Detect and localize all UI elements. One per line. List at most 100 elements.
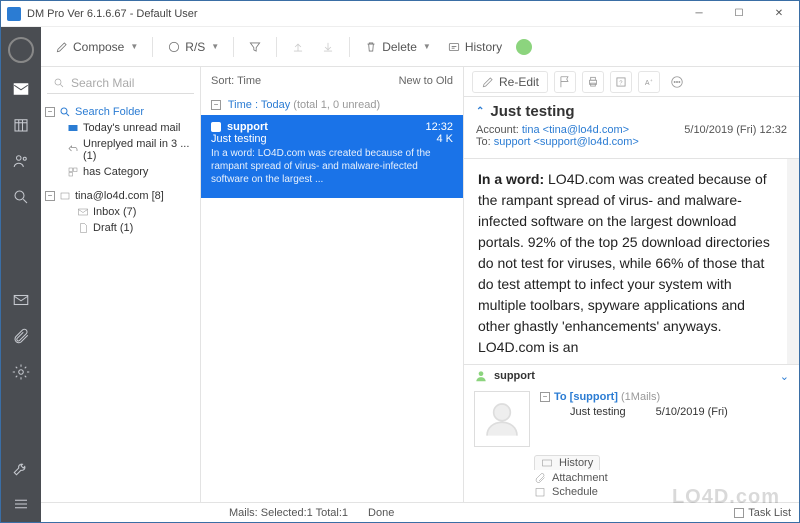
collapse-icon[interactable]: −: [211, 100, 221, 110]
collapse-icon[interactable]: −: [540, 392, 550, 402]
filter-button[interactable]: [242, 36, 268, 58]
more-icon[interactable]: [666, 71, 688, 93]
collapse-icon[interactable]: −: [45, 191, 55, 201]
message-preview: In a word: LO4D.com was created because …: [211, 147, 453, 186]
folder-draft[interactable]: Draft (1): [45, 220, 196, 236]
unreplied-label: Unreplyed mail in 3 ... (1): [83, 138, 196, 162]
menu-nav-icon[interactable]: [1, 486, 41, 522]
collapse-chevron-icon[interactable]: ⌃: [476, 106, 484, 117]
inbox-icon: [77, 206, 89, 218]
folder-has-category[interactable]: has Category: [45, 164, 196, 180]
chevron-down-icon: ▼: [211, 42, 219, 51]
tab-history[interactable]: History: [534, 455, 600, 470]
contacts-nav-icon[interactable]: [1, 143, 41, 179]
svg-text:?: ?: [619, 80, 623, 86]
font-icon[interactable]: A+: [638, 71, 660, 93]
todays-unread-label: Today's unread mail: [83, 122, 181, 134]
account-icon: [59, 190, 71, 202]
draft-icon: [77, 222, 89, 234]
to-support-label[interactable]: To [support]: [554, 391, 618, 403]
message-subject: Just testing: [211, 133, 267, 145]
folder-unreplied[interactable]: Unreplyed mail in 3 ... (1): [45, 136, 196, 164]
search-input[interactable]: Search Mail: [47, 73, 194, 94]
expand-chevron-icon[interactable]: ⌄: [780, 370, 789, 383]
history-label: History: [465, 40, 502, 54]
tasklist-toggle[interactable]: Task List: [734, 507, 791, 519]
window-controls: ─ ☐ ✕: [679, 1, 799, 27]
reply-icon: [67, 144, 79, 156]
maximize-button[interactable]: ☐: [719, 1, 759, 27]
contact-icon: [474, 369, 488, 383]
order-label[interactable]: New to Old: [399, 75, 453, 87]
preview-subject: Just testing: [490, 103, 574, 120]
to-value[interactable]: support <support@lo4d.com>: [494, 136, 639, 148]
minimize-button[interactable]: ─: [679, 1, 719, 27]
has-category-label: has Category: [83, 166, 148, 178]
draft-label: Draft (1): [93, 222, 133, 234]
settings-nav-icon[interactable]: [1, 354, 41, 390]
svg-text:A: A: [645, 79, 650, 86]
main-toolbar: Compose ▼ R/S ▼ Delete ▼ History: [41, 27, 799, 67]
history-button[interactable]: History: [441, 36, 508, 58]
flag-icon[interactable]: [554, 71, 576, 93]
compose-label: Compose: [73, 40, 124, 54]
compose-button[interactable]: Compose ▼: [49, 36, 144, 58]
message-from: support: [227, 121, 268, 133]
sort-label[interactable]: Sort: Time: [211, 75, 261, 87]
collapse-icon[interactable]: −: [45, 107, 55, 117]
help-icon[interactable]: ?: [610, 71, 632, 93]
checkbox-icon: [734, 508, 744, 518]
tab-schedule-label: Schedule: [552, 486, 598, 498]
preview-body: In a word: LO4D.com was created because …: [464, 159, 799, 364]
search-folder-root[interactable]: − Search Folder: [45, 104, 196, 120]
reedit-button[interactable]: Re-Edit: [472, 71, 548, 93]
avatar-icon[interactable]: [8, 37, 34, 63]
mail-nav-icon[interactable]: [1, 71, 41, 107]
account-label: Account:: [476, 124, 519, 136]
history-mail-date: 5/10/2019 (Fri): [656, 406, 728, 418]
download-button[interactable]: [315, 36, 341, 58]
message-item[interactable]: support 12:32 Just testing 4 K In a word…: [201, 115, 463, 198]
message-group-header[interactable]: − Time : Today (total 1, 0 unread): [201, 95, 463, 115]
title-bar: DM Pro Ver 6.1.6.67 - Default User ─ ☐ ✕: [1, 1, 799, 27]
folder-todays-unread[interactable]: Today's unread mail: [45, 120, 196, 136]
upload-button[interactable]: [285, 36, 311, 58]
search-folder-label: Search Folder: [75, 106, 144, 118]
folder-inbox[interactable]: Inbox (7): [45, 204, 196, 220]
reedit-label: Re-Edit: [499, 75, 539, 89]
chevron-down-icon: ▼: [130, 42, 138, 51]
chevron-down-icon: ▼: [423, 42, 431, 51]
account-root[interactable]: − tina@lo4d.com [8]: [45, 188, 196, 204]
history-mail-subject[interactable]: Just testing: [570, 406, 626, 418]
account-value[interactable]: tina <tina@lo4d.com>: [522, 124, 629, 136]
search-nav-icon[interactable]: [1, 179, 41, 215]
to-count: (1Mails): [621, 391, 660, 403]
mail-icon: [67, 122, 79, 134]
category-icon: [67, 166, 79, 178]
attachment-nav-icon[interactable]: [1, 318, 41, 354]
status-bar: Mails: Selected:1 Total:1 Done Task List: [41, 502, 799, 522]
tools-nav-icon[interactable]: [1, 450, 41, 486]
group-label: Time : Today: [228, 99, 290, 111]
rs-button[interactable]: R/S ▼: [161, 36, 225, 58]
tab-history-label: History: [559, 457, 593, 469]
sender-name: support: [494, 370, 535, 382]
close-button[interactable]: ✕: [759, 1, 799, 27]
delete-button[interactable]: Delete ▼: [358, 36, 437, 58]
message-list-pane: Sort: Time New to Old − Time : Today (to…: [201, 67, 464, 502]
preview-header: ⌃ Just testing Account: tina <tina@lo4d.…: [464, 97, 799, 159]
tab-attachment[interactable]: Attachment: [534, 472, 789, 484]
print-icon[interactable]: [582, 71, 604, 93]
folder-tree-pane: Search Mail − Search Folder Today's unre…: [41, 67, 201, 502]
tab-attachment-label: Attachment: [552, 472, 608, 484]
sender-panel: support ⌄ −To [support] (1Mails) Just te…: [464, 364, 799, 502]
message-size: 4 K: [436, 133, 453, 145]
envelope-nav-icon[interactable]: [1, 282, 41, 318]
account-label: tina@lo4d.com [8]: [75, 190, 164, 202]
calendar-nav-icon[interactable]: [1, 107, 41, 143]
status-mails: Mails: Selected:1 Total:1: [229, 507, 348, 519]
unread-icon: [211, 122, 221, 132]
search-placeholder: Search Mail: [71, 76, 134, 90]
sender-avatar: [474, 391, 530, 447]
tab-schedule[interactable]: Schedule: [534, 486, 789, 498]
